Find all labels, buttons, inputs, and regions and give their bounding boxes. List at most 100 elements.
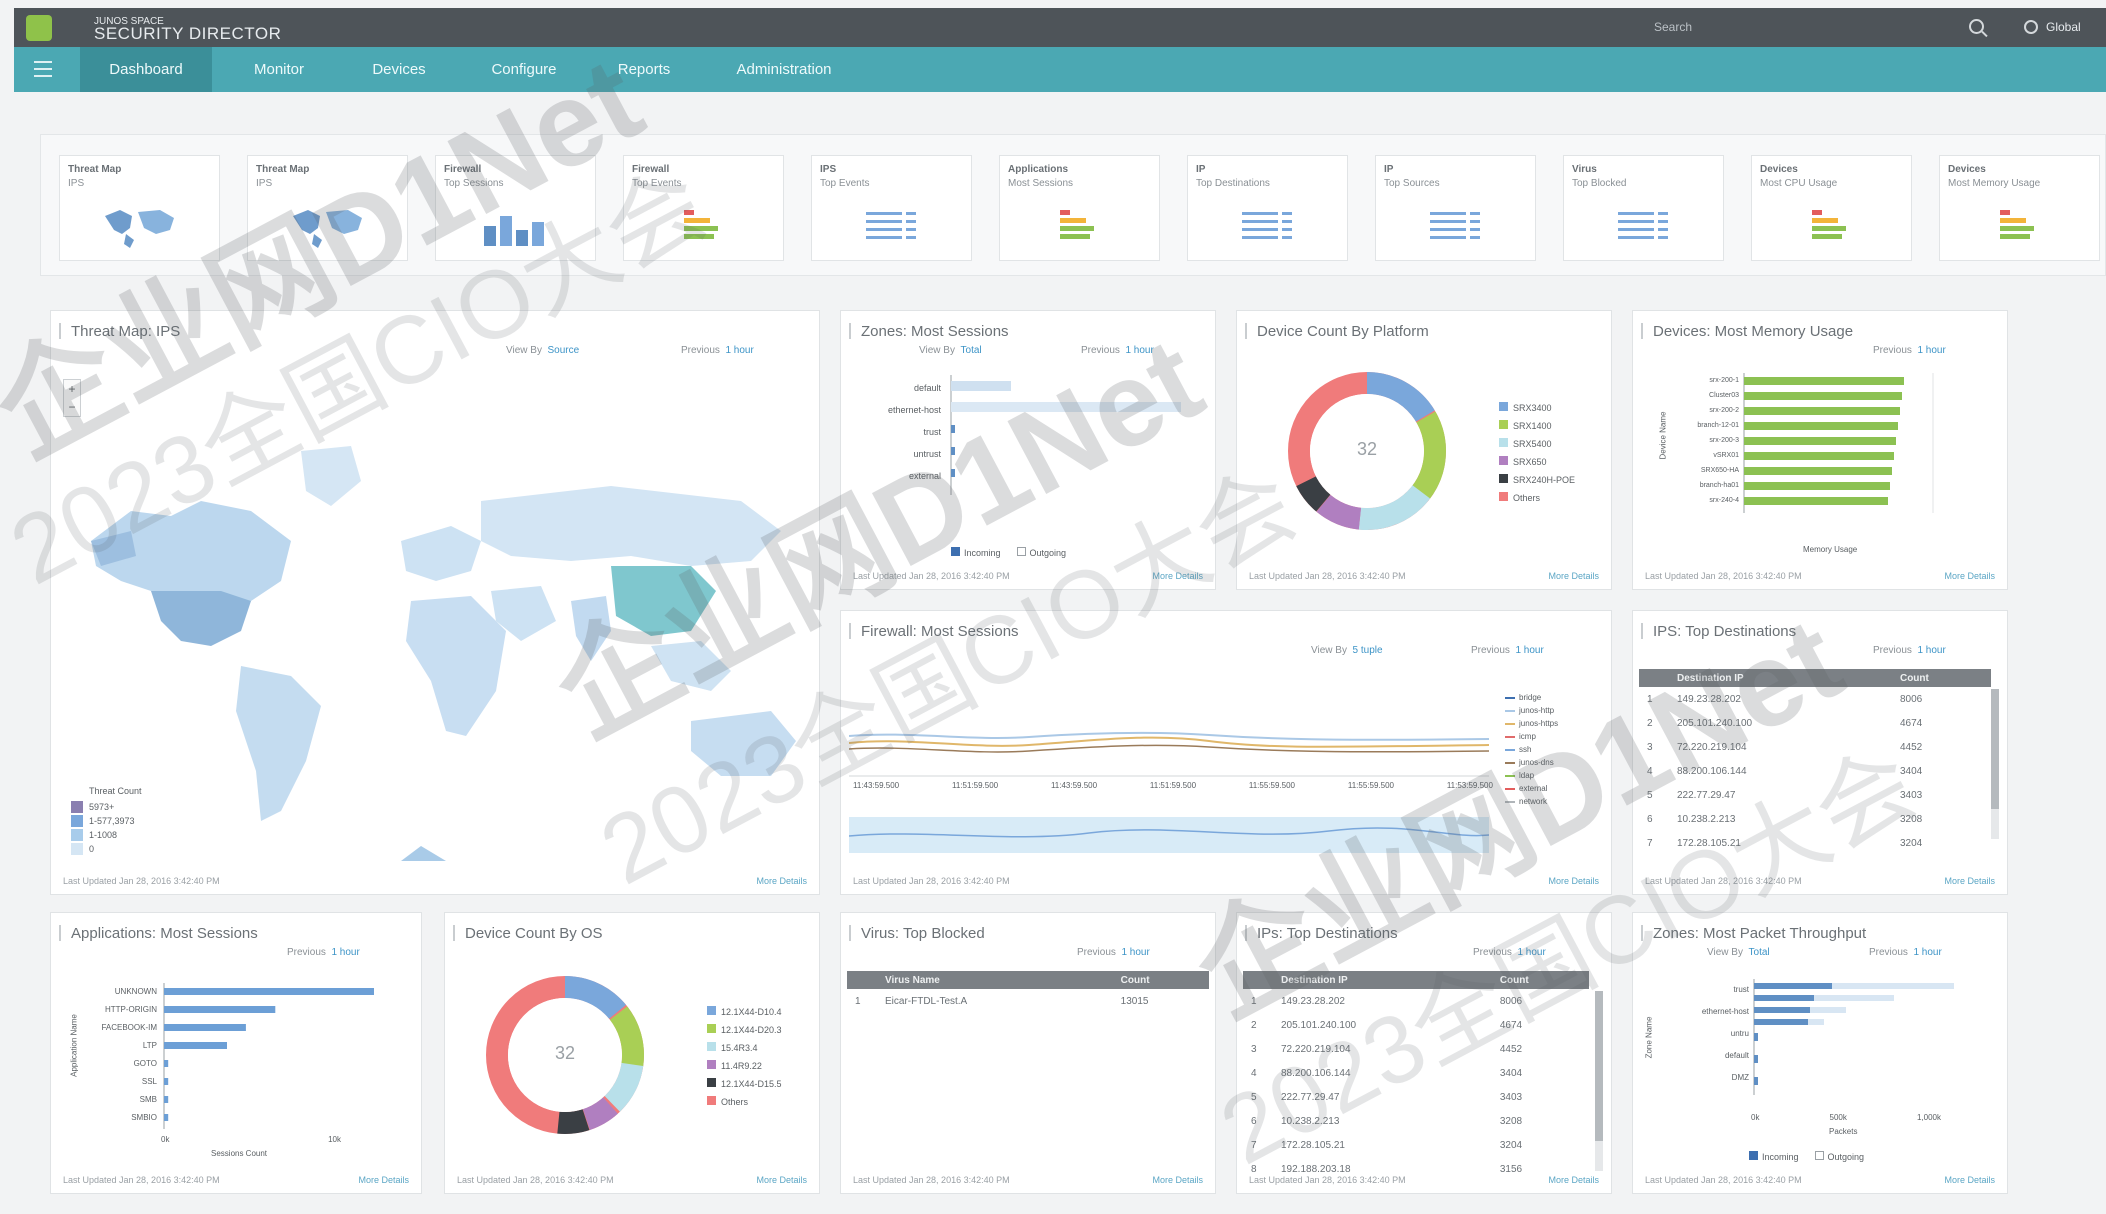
more-details-link[interactable]: More Details [1548, 876, 1599, 886]
table-row[interactable]: 2 205.101.240.100 4674 [1639, 711, 1991, 735]
more-details-link[interactable]: More Details [1152, 1175, 1203, 1185]
widget-tile[interactable]: IP Top Sources [1375, 155, 1536, 261]
more-details-link[interactable]: More Details [1548, 1175, 1599, 1185]
zone-label: ethernet-host [887, 405, 941, 415]
view-by-select[interactable]: View By Total [1707, 947, 1770, 958]
table-row[interactable]: 7 172.28.105.21 3204 [1639, 831, 1991, 855]
widget-subtitle: Top Destinations [1196, 178, 1270, 189]
domain-selector[interactable]: Global [2046, 20, 2081, 34]
world-map[interactable] [51, 391, 821, 861]
legend-item[interactable]: external [1505, 782, 1558, 795]
legend-label: 1-577,3973 [89, 816, 135, 826]
table-row[interactable]: 5 222.77.29.47 3403 [1639, 783, 1991, 807]
more-details-link[interactable]: More Details [1944, 571, 1995, 581]
tab-devices[interactable]: Devices [344, 47, 454, 92]
col-header[interactable]: Destination IP [1669, 669, 1892, 687]
tab-monitor[interactable]: Monitor [224, 47, 334, 92]
widget-tile[interactable]: Threat Map IPS [59, 155, 220, 261]
previous-select[interactable]: Previous 1 hour [1873, 645, 1946, 656]
view-by-label: View By [1311, 645, 1347, 656]
legend-item[interactable]: junos-http [1505, 704, 1558, 717]
previous-label: Previous [681, 345, 720, 356]
view-by-select[interactable]: View By Source [506, 345, 579, 356]
previous-select[interactable]: Previous 1 hour [1081, 345, 1154, 356]
more-details-link[interactable]: More Details [358, 1175, 409, 1185]
view-by-label: View By [919, 345, 955, 356]
widget-tile[interactable]: IPS Top Events [811, 155, 972, 261]
top-bar: JUNOS SPACE SECURITY DIRECTOR Search Glo… [14, 8, 2106, 47]
more-details-link[interactable]: More Details [1548, 571, 1599, 581]
hbar-chart-icon [684, 210, 718, 239]
previous-select[interactable]: Previous 1 hour [1471, 645, 1544, 656]
scrollbar-thumb[interactable] [1991, 689, 1999, 809]
table-row[interactable]: 1 149.23.28.202 8006 [1243, 989, 1589, 1013]
previous-label: Previous [1077, 947, 1116, 958]
previous-select[interactable]: Previous 1 hour [1077, 947, 1150, 958]
legend-item[interactable]: icmp [1505, 730, 1558, 743]
widget-tile[interactable]: IP Top Destinations [1187, 155, 1348, 261]
widget-tile[interactable]: Devices Most CPU Usage [1751, 155, 1912, 261]
tab-administration[interactable]: Administration [709, 47, 859, 92]
globe-icon[interactable] [2024, 20, 2038, 34]
tab-reports[interactable]: Reports [589, 47, 699, 92]
view-by-select[interactable]: View By Total [919, 345, 982, 356]
tab-configure[interactable]: Configure [464, 47, 584, 92]
table-row[interactable]: 7 172.28.105.21 3204 [1243, 1133, 1589, 1157]
table-row[interactable]: 1 Eicar-FTDL-Test.A 13015 [847, 989, 1209, 1013]
more-details-link[interactable]: More Details [1152, 571, 1203, 581]
legend-item[interactable]: junos-https [1505, 717, 1558, 730]
tab-dashboard[interactable]: Dashboard [80, 47, 212, 92]
device-label: srx-200-1 [1709, 377, 1739, 384]
previous-select[interactable]: Previous 1 hour [287, 947, 360, 958]
widget-tile[interactable]: Firewall Top Events [623, 155, 784, 261]
more-details-link[interactable]: More Details [756, 1175, 807, 1185]
legend-item[interactable]: Outgoing [1814, 1151, 1864, 1162]
table-scrollbar[interactable] [1595, 991, 1603, 1171]
previous-select[interactable]: Previous 1 hour [681, 345, 754, 356]
table-row[interactable]: 3 72.220.219.104 4452 [1243, 1037, 1589, 1061]
more-details-link[interactable]: More Details [756, 876, 807, 886]
table-row[interactable]: 2 205.101.240.100 4674 [1243, 1013, 1589, 1037]
previous-select[interactable]: Previous 1 hour [1473, 947, 1546, 958]
more-details-link[interactable]: More Details [1944, 876, 1995, 886]
table-row[interactable]: 1 149.23.28.202 8006 [1639, 687, 1991, 711]
col-header[interactable]: Count [1112, 971, 1209, 989]
widget-tile[interactable]: Firewall Top Sessions [435, 155, 596, 261]
table-scrollbar[interactable] [1991, 689, 1999, 839]
device-axis-labels: srx-200-1 Cluster03 srx-200-2 branch-12-… [1667, 373, 1739, 508]
firewall-line-chart[interactable] [849, 671, 1489, 861]
legend-item[interactable]: bridge [1505, 691, 1558, 704]
legend-item[interactable]: network [1505, 795, 1558, 808]
more-details-link[interactable]: More Details [1944, 1175, 1995, 1185]
col-header[interactable]: Destination IP [1273, 971, 1492, 989]
scrollbar-thumb[interactable] [1595, 991, 1603, 1141]
table-row[interactable]: 3 72.220.219.104 4452 [1639, 735, 1991, 759]
legend-item[interactable]: ldap [1505, 769, 1558, 782]
col-header[interactable]: Count [1891, 669, 1991, 687]
table-row[interactable]: 6 10.238.2.213 3208 [1243, 1109, 1589, 1133]
legend-item[interactable]: Incoming [1749, 1151, 1799, 1162]
search-icon[interactable] [1969, 19, 1984, 34]
menu-icon[interactable] [34, 61, 52, 77]
widget-tile[interactable]: Devices Most Memory Usage [1939, 155, 2100, 261]
table-row[interactable]: 4 88.200.106.144 3404 [1639, 759, 1991, 783]
view-by-select[interactable]: View By 5 tuple [1311, 645, 1383, 656]
bar-incoming [1754, 1077, 1758, 1085]
view-by-value: Total [1748, 947, 1770, 958]
table-row[interactable]: 5 222.77.29.47 3403 [1243, 1085, 1589, 1109]
legend-item[interactable]: junos-dns [1505, 756, 1558, 769]
legend-swatch [1505, 748, 1515, 751]
table-row[interactable]: 4 88.200.106.144 3404 [1243, 1061, 1589, 1085]
previous-select[interactable]: Previous 1 hour [1873, 345, 1946, 356]
previous-select[interactable]: Previous 1 hour [1869, 947, 1942, 958]
col-header[interactable]: Virus Name [877, 971, 1113, 989]
legend-item: Incoming [951, 547, 1001, 558]
widget-tile[interactable]: Applications Most Sessions [999, 155, 1160, 261]
widget-tile[interactable]: Virus Top Blocked [1563, 155, 1724, 261]
search-input[interactable]: Search [1654, 20, 1692, 34]
table-row[interactable]: 6 10.238.2.213 3208 [1639, 807, 1991, 831]
col-header[interactable]: Count [1491, 971, 1589, 989]
legend-item[interactable]: ssh [1505, 743, 1558, 756]
last-updated: Last Updated Jan 28, 2016 3:42:40 PM [63, 876, 220, 886]
widget-tile[interactable]: Threat Map IPS [247, 155, 408, 261]
